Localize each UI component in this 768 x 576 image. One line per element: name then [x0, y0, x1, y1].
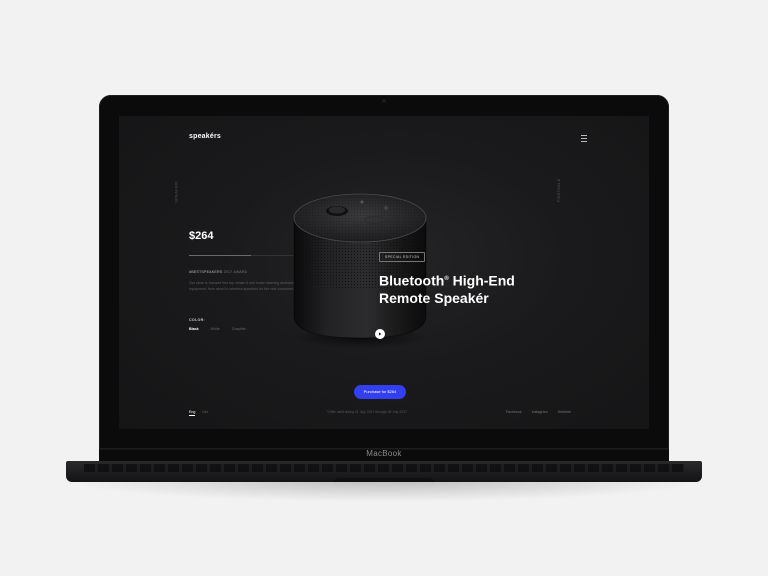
language-switcher: Eng Ukr: [189, 410, 208, 416]
promo-note: *Offer valid during 21 July 2017 through…: [327, 410, 407, 414]
social-link-instagram[interactable]: Instagram: [532, 410, 548, 414]
hamburger-icon[interactable]: [581, 135, 587, 144]
award-year: 2017 AWARD: [223, 270, 248, 274]
social-link-dribbble[interactable]: Dribbble: [558, 410, 571, 414]
title-part1: Bluetooth: [379, 272, 445, 289]
color-title: COLOR:: [189, 318, 205, 322]
play-button[interactable]: [375, 329, 385, 339]
side-label-right: PORTABLE: [556, 178, 561, 202]
trackpad-notch: [334, 478, 434, 482]
award-tag: #BESTSPEAKERS: [189, 270, 223, 274]
product-price: $264: [189, 230, 214, 242]
product-screen: speakérs SPEAKER PORTABLE $264 #BESTSPEA…: [119, 116, 649, 429]
site-logo[interactable]: speakérs: [189, 133, 221, 140]
device-label: MacBook: [366, 449, 402, 458]
play-icon: [379, 332, 382, 336]
social-link-facebook[interactable]: Facebook: [506, 410, 522, 414]
special-edition-badge: SPECIAL EDITION: [379, 252, 426, 262]
purchase-button[interactable]: Purchase for $264: [354, 385, 406, 399]
award-line: #BESTSPEAKERS 2017 AWARD: [189, 270, 247, 274]
color-options: Black White Graphite: [189, 327, 246, 331]
language-eng[interactable]: Eng: [189, 410, 196, 416]
product-title: Bluetooth® High-End Remote Speakér: [379, 271, 515, 307]
language-ukr[interactable]: Ukr: [202, 410, 208, 416]
laptop-shadow: [60, 480, 708, 502]
title-part2: High-End: [448, 272, 515, 289]
keyboard: [84, 464, 684, 472]
color-option-white[interactable]: White: [211, 327, 220, 331]
color-option-graphite[interactable]: Graphite: [232, 327, 246, 331]
speaker-product-image: [290, 193, 430, 348]
color-option-black[interactable]: Black: [189, 327, 199, 331]
laptop-base: [66, 461, 702, 482]
side-label-left: SPEAKER: [174, 181, 179, 203]
social-links: Facebook Instagram Dribbble: [506, 410, 571, 414]
camera-dot: [382, 99, 386, 103]
laptop-bezel: speakérs SPEAKER PORTABLE $264 #BESTSPEA…: [99, 95, 669, 449]
title-line2: Remote Speakér: [379, 289, 489, 306]
